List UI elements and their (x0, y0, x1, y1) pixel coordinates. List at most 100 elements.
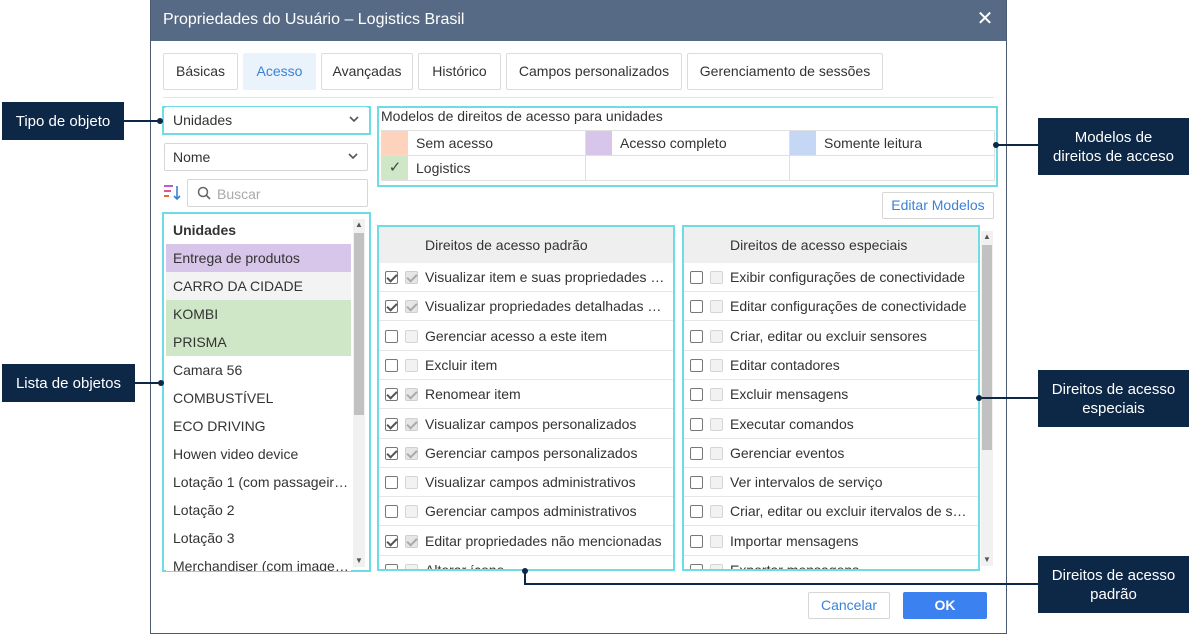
special-right-row: Criar, editar ou excluir itervalos de se… (684, 497, 978, 527)
list-item[interactable]: Entrega de produtos (166, 244, 351, 272)
checkbox[interactable] (385, 329, 398, 343)
standard-right-label: Excluir item (425, 356, 498, 373)
sort-select[interactable]: Nome (164, 143, 368, 171)
search-input[interactable]: Buscar (187, 179, 368, 207)
checkbox[interactable] (690, 417, 703, 431)
list-item[interactable]: Camara 56 (166, 356, 351, 384)
special-rights-panel: Direitos de acesso especiais Exibir conf… (684, 227, 978, 569)
tab-campos-personalizados[interactable]: Campos personalizados (506, 53, 682, 90)
checkbox[interactable] (690, 329, 703, 343)
checkbox[interactable] (385, 417, 398, 431)
checkbox[interactable] (385, 300, 398, 314)
standard-right-row: Excluir item (379, 351, 673, 380)
special-right-row: Exibir configurações de conectividade (684, 263, 978, 292)
model-acesso-completo[interactable]: Acesso completo (585, 130, 790, 156)
cancel-button[interactable]: Cancelar (808, 592, 890, 619)
inherited-checkbox (405, 329, 418, 343)
scroll-up-icon[interactable]: ▲ (981, 231, 993, 243)
scroll-down-icon[interactable]: ▼ (981, 554, 993, 566)
scroll-thumb[interactable] (354, 233, 364, 415)
model-swatch: ✓ (382, 156, 408, 180)
edit-models-button[interactable]: Editar Modelos (882, 192, 994, 219)
scroll-up-icon[interactable]: ▲ (353, 219, 365, 231)
checkbox[interactable] (385, 271, 398, 284)
list-item[interactable]: CARRO DA CIDADE (166, 272, 351, 300)
list-item[interactable]: PRISMA (166, 328, 351, 356)
model-somente-leitura[interactable]: Somente leitura (789, 130, 995, 156)
inherited-checkbox (710, 534, 723, 548)
tab-avancadas[interactable]: Avançadas (321, 53, 413, 90)
checkbox[interactable] (690, 300, 703, 314)
check-icon: ✓ (388, 159, 402, 176)
list-item[interactable]: Merchandiser (com imagens) (166, 552, 351, 571)
scroll-thumb[interactable] (982, 245, 992, 450)
checkbox[interactable] (385, 446, 398, 460)
checkbox[interactable] (690, 476, 703, 490)
checkbox[interactable] (690, 271, 703, 284)
model-empty-cell (585, 155, 790, 181)
callout-dot (976, 395, 982, 401)
model-logistics[interactable]: ✓ Logistics (381, 155, 586, 181)
standard-right-row: Gerenciar acesso a este item (379, 322, 673, 351)
inherited-checkbox (710, 417, 723, 431)
list-item[interactable]: Lotação 1 (com passageiros) (166, 468, 351, 496)
model-swatch (382, 131, 408, 155)
callout-text: Direitos de acesso (1051, 566, 1176, 584)
callout-object-list: Lista de objetos (2, 364, 135, 402)
checkbox[interactable] (690, 388, 703, 402)
special-right-label: Gerenciar eventos (730, 444, 845, 461)
checkbox[interactable] (690, 358, 703, 372)
checkbox[interactable] (385, 564, 398, 569)
list-item[interactable]: KOMBI (166, 300, 351, 328)
model-label: Somente leitura (824, 135, 923, 151)
checkbox[interactable] (690, 446, 703, 460)
standard-rights-header: Direitos de acesso padrão (379, 227, 673, 263)
list-group-header[interactable]: Unidades (166, 216, 351, 244)
standard-right-row: Visualizar campos administrativos (379, 468, 673, 498)
ok-button[interactable]: OK (903, 592, 987, 619)
checkbox[interactable] (690, 564, 703, 569)
special-right-row: Editar contadores (684, 351, 978, 380)
special-right-row: Editar configurações de conectividade (684, 292, 978, 322)
list-item[interactable]: Lotação 2 (166, 496, 351, 524)
inherited-checkbox (405, 534, 418, 548)
access-models: Modelos de direitos de acesso para unida… (378, 106, 997, 187)
checkbox[interactable] (385, 388, 398, 402)
list-item[interactable]: Howen video device (166, 440, 351, 468)
callout-text: padrão (1090, 585, 1137, 603)
tab-separator (163, 97, 994, 98)
special-right-row: Gerenciar eventos (684, 439, 978, 468)
model-sem-acesso[interactable]: Sem acesso (381, 130, 586, 156)
standard-right-label: Gerenciar acesso a este item (425, 327, 608, 344)
checkbox[interactable] (690, 505, 703, 519)
tab-gerenciamento-sessoes[interactable]: Gerenciamento de sessões (687, 53, 883, 90)
checkbox[interactable] (385, 534, 398, 548)
object-list-scrollbar[interactable]: ▲ ▼ (353, 219, 365, 567)
close-icon[interactable]: ✕ (974, 8, 996, 30)
inherited-checkbox (405, 564, 418, 569)
special-rights-header: Direitos de acesso especiais (684, 227, 978, 263)
object-type-select[interactable]: Unidades (165, 107, 368, 133)
callout-text: Lista de objetos (15, 374, 122, 392)
tab-historico[interactable]: Histórico (418, 53, 501, 90)
callout-line (996, 144, 1038, 146)
standard-right-label: Visualizar propriedades detalhadas do it… (425, 298, 667, 315)
sort-order-icon[interactable] (163, 183, 183, 203)
tab-basicas[interactable]: Básicas (163, 53, 238, 90)
callout-dot (158, 380, 164, 386)
special-right-label: Exportar mensagens (730, 562, 972, 569)
callout-text: direitos de acceso (1053, 147, 1174, 165)
checkbox[interactable] (385, 358, 398, 372)
standard-right-label: Renomear item (425, 386, 521, 403)
checkbox[interactable] (690, 534, 703, 548)
model-label: Logistics (416, 160, 471, 176)
list-item[interactable]: ECO DRIVING (166, 412, 351, 440)
tab-acesso[interactable]: Acesso (243, 53, 316, 90)
scroll-down-icon[interactable]: ▼ (353, 555, 365, 567)
checkbox[interactable] (385, 505, 398, 519)
checkbox[interactable] (385, 476, 398, 490)
list-item[interactable]: COMBUSTÍVEL (166, 384, 351, 412)
callout-text: Modelos de (1074, 128, 1153, 146)
list-item[interactable]: Lotação 3 (166, 524, 351, 552)
inherited-checkbox (405, 505, 418, 519)
